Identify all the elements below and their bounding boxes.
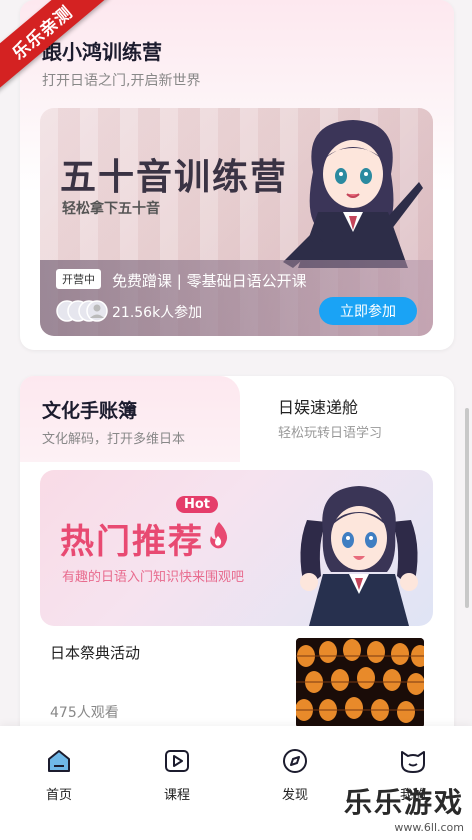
- participant-avatars: [56, 300, 108, 322]
- anime-girl-illustration: [283, 120, 423, 268]
- participant-count: 21.56k人参加: [112, 305, 203, 321]
- status-tag: 开营中: [56, 269, 101, 289]
- tab-title: 文化手账簿: [42, 400, 138, 422]
- scrollbar[interactable]: [465, 408, 469, 608]
- play-icon: [165, 750, 189, 772]
- flame-icon: [210, 522, 228, 549]
- tab-entertainment-express[interactable]: 日娱速递舱 轻松玩转日语学习: [240, 376, 454, 462]
- nav-label: 发现: [281, 788, 308, 803]
- nav-courses[interactable]: 课程: [118, 726, 236, 840]
- training-camp-card: 跟小鸿训练营 打开日语之门,开启新世界 五十音训练营 轻松拿下五十音 开营中 免…: [20, 0, 454, 350]
- tab-subtitle: 文化解码，打开多维日本: [42, 432, 186, 447]
- join-button[interactable]: 立即参加: [319, 297, 417, 325]
- tab-subtitle: 轻松玩转日语学习: [278, 426, 383, 441]
- anime-girl-illustration: [300, 486, 418, 626]
- kana-camp-banner[interactable]: 五十音训练营 轻松拿下五十音 开营中 免费蹭课 | 零基础日语公开课 21.56: [40, 108, 433, 336]
- site-watermark: 乐乐游戏 www.6ll.com: [344, 781, 464, 834]
- culture-card: 文化手账簿 文化解码，打开多维日本 日娱速递舱 轻松玩转日语学习 热门推荐 Ho…: [20, 376, 454, 746]
- tab-title: 日娱速递舱: [278, 398, 359, 417]
- nav-label: 首页: [45, 788, 72, 803]
- nav-discover[interactable]: 发现: [236, 726, 354, 840]
- nav-home[interactable]: 首页: [0, 726, 118, 840]
- article-views: 475人观看: [50, 705, 119, 721]
- home-icon: [48, 750, 70, 772]
- banner-headline: 五十音训练营: [60, 157, 289, 198]
- watermark-title: 乐乐游戏: [343, 786, 464, 819]
- hot-badge: Hot: [176, 496, 219, 513]
- article-title[interactable]: 日本祭典活动: [50, 642, 140, 663]
- banner-tagline: 轻松拿下五十音: [62, 201, 160, 217]
- festival-lanterns-thumbnail[interactable]: [296, 638, 424, 728]
- compass-icon: [283, 749, 307, 773]
- cat-profile-icon: [401, 751, 425, 773]
- nav-label: 课程: [163, 788, 190, 803]
- card-title: 跟小鸿训练营: [42, 40, 162, 64]
- hot-headline: 热门推荐: [60, 522, 204, 562]
- tab-culture-notebook[interactable]: 文化手账簿 文化解码，打开多维日本: [20, 376, 240, 462]
- banner-description: 有趣的日语入门知识快来围观吧: [62, 570, 245, 585]
- lesson-title: 免费蹭课 | 零基础日语公开课: [112, 272, 307, 290]
- card-subtitle: 打开日语之门,开启新世界: [42, 73, 201, 89]
- hot-recommend-banner[interactable]: 热门推荐 Hot 有趣的日语入门知识快来围观吧: [40, 470, 433, 626]
- watermark-url: www.6ll.com: [394, 821, 464, 834]
